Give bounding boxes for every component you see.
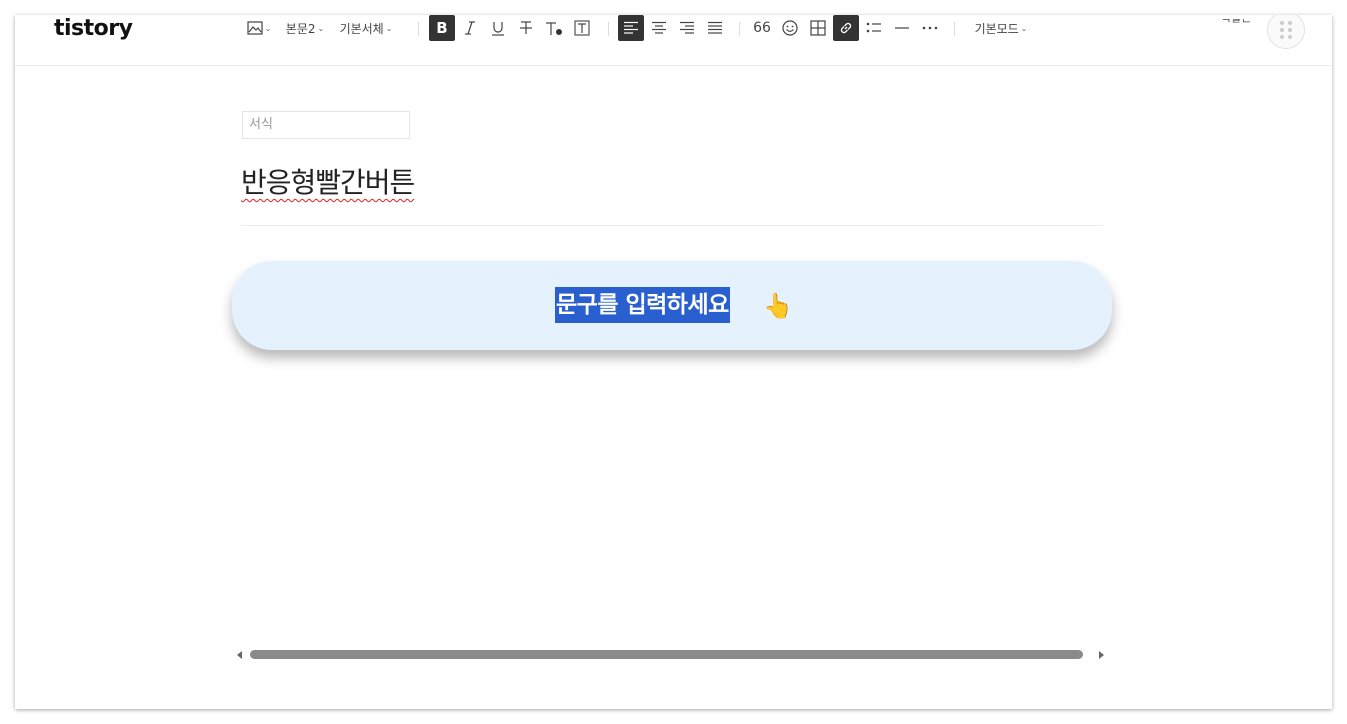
bulleted-list-icon [866,22,881,33]
text-color-button[interactable] [541,15,567,41]
ellipsis-icon [922,26,938,30]
toolbar-divider [954,22,955,36]
editor-mode-dropdown[interactable]: 기본모드 ⌄ [969,15,1033,41]
align-justify-icon [708,21,722,34]
smiley-icon [782,20,798,36]
bold-button[interactable]: B [429,15,455,41]
chevron-down-icon: ⌄ [385,23,393,33]
pointing-hand-icon: 👆 [763,292,793,320]
bold-icon: B [436,19,448,37]
align-right-button[interactable] [674,15,700,41]
align-center-icon [652,21,666,34]
scroll-left-icon[interactable] [237,651,242,659]
text-background-icon [574,20,590,36]
align-center-button[interactable] [646,15,672,41]
chevron-down-icon: ⌄ [264,23,272,33]
editor-toolbar: tistory ⌄ 본문2 ⌄ 기본서체 ⌄ B 66 기본모드 ⌄ ᆨᆯᆫ [15,15,1332,66]
strikethrough-icon [520,21,532,34]
table-button[interactable] [805,15,831,41]
post-title-input[interactable]: 반응형빨간버튼 [241,161,415,201]
strikethrough-button[interactable] [513,15,539,41]
text-background-button[interactable] [569,15,595,41]
tistory-logo[interactable]: tistory [54,16,133,41]
category-select[interactable]: 서식 [242,111,410,139]
italic-icon [465,21,475,35]
toolbar-divider [739,22,740,36]
editor-mode-label: 기본모드 [974,21,1019,36]
horizontal-scrollbar[interactable] [233,646,1108,664]
paragraph-style-dropdown[interactable]: 본문2 ⌄ [284,15,326,41]
align-justify-button[interactable] [702,15,728,41]
main-menu-button[interactable] [1267,15,1305,49]
text-color-icon [546,21,562,35]
insert-image-button[interactable]: ⌄ [244,15,274,41]
quote-button[interactable]: 66 [749,15,775,41]
align-left-icon [624,21,638,34]
scrollbar-thumb[interactable] [250,650,1083,659]
editor-window: tistory ⌄ 본문2 ⌄ 기본서체 ⌄ B 66 기본모드 ⌄ ᆨᆯᆫ 서… [15,15,1332,709]
link-button[interactable] [833,15,859,41]
chevron-down-icon: ⌄ [317,23,325,33]
image-icon [247,21,263,35]
font-family-dropdown[interactable]: 기본서체 ⌄ [337,15,395,41]
underline-button[interactable] [485,15,511,41]
list-button[interactable] [861,15,887,41]
scroll-right-icon[interactable] [1099,651,1104,659]
link-icon [840,22,852,34]
toolbar-divider [418,22,419,36]
align-left-button[interactable] [618,15,644,41]
horizontal-rule-icon [895,27,909,29]
paragraph-style-label: 본문2 [285,21,316,36]
horizontal-line-button[interactable] [889,15,915,41]
button-text-selection[interactable]: 문구를 입력하세요 [555,287,730,323]
grid-dots-icon [1280,21,1292,39]
underline-icon [492,21,504,36]
title-divider [241,225,1103,226]
toolbar-divider [608,22,609,36]
more-options-button[interactable] [917,15,943,41]
align-right-icon [680,21,694,34]
profile-text[interactable]: ᆨᆯᆫ [1221,15,1251,25]
quote-icon: 66 [753,20,771,36]
font-family-label: 기본서체 [339,21,384,36]
emoticon-button[interactable] [777,15,803,41]
chevron-down-icon: ⌄ [1020,23,1028,33]
italic-button[interactable] [457,15,483,41]
table-icon [810,20,826,36]
